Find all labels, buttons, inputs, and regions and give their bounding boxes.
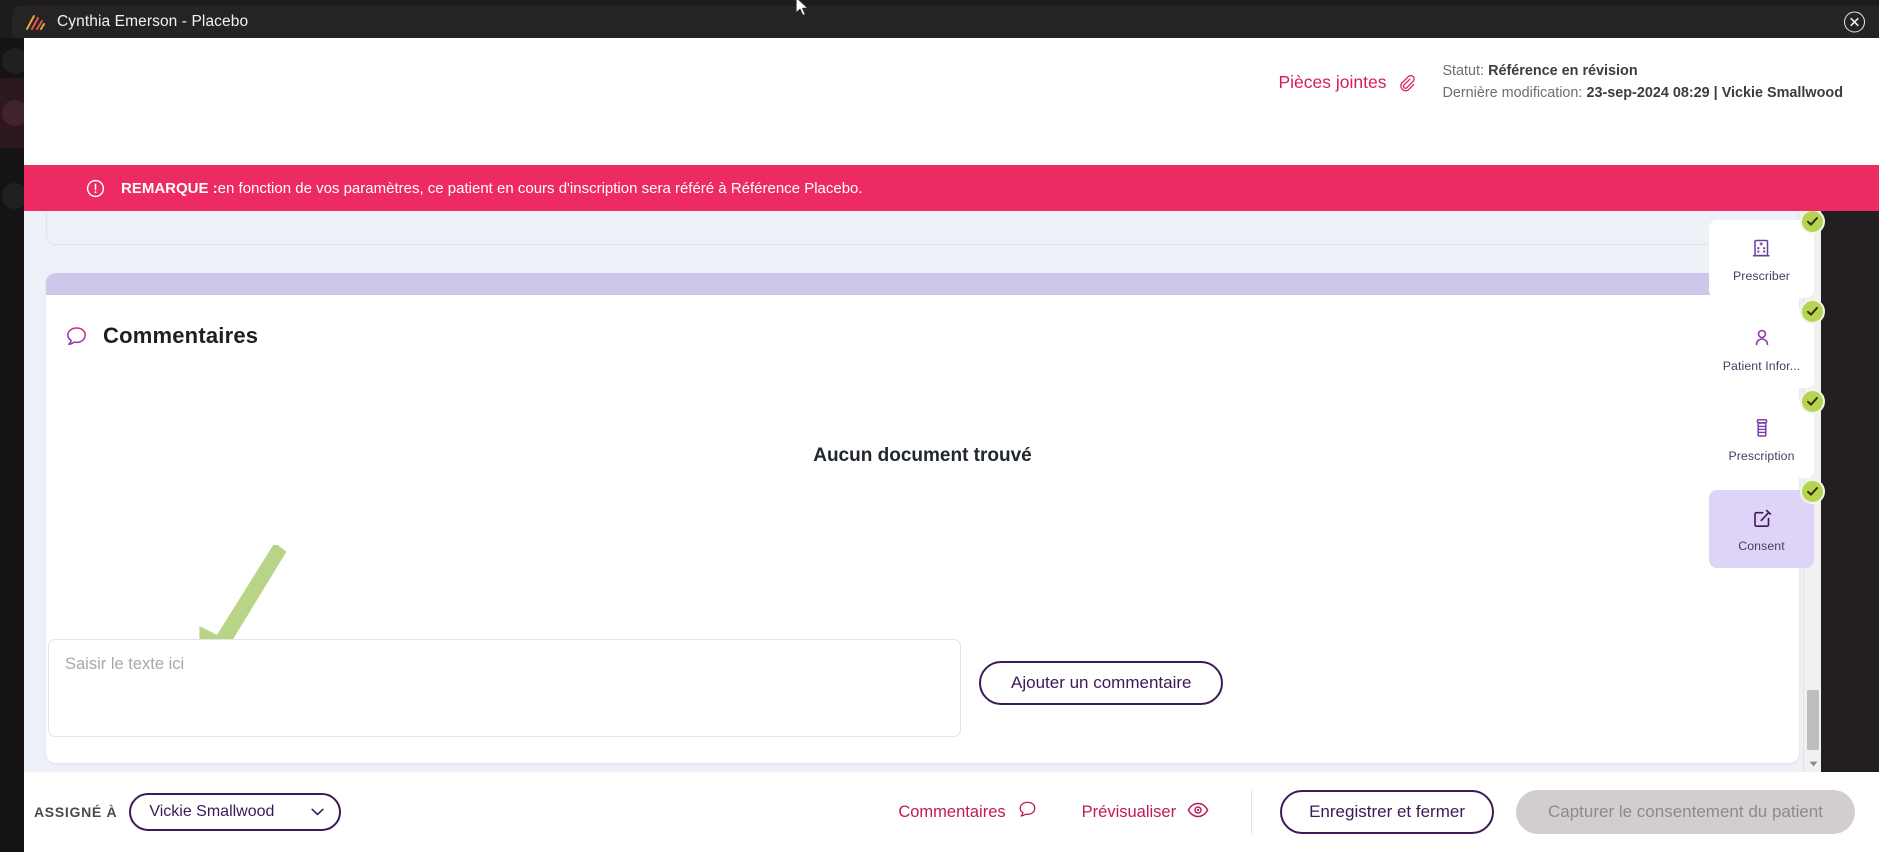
modified-value: 23-sep-2024 08:29	[1586, 84, 1710, 101]
assignee-label: ASSIGNÉ À	[34, 804, 118, 820]
step-check-icon	[1800, 299, 1825, 324]
mouse-cursor	[795, 0, 809, 17]
status-value: Référence en révision	[1488, 62, 1638, 79]
preview-link-button[interactable]: Prévisualiser	[1082, 802, 1209, 823]
last-modified-line: Dernière modification: 23-sep-2024 08:29…	[1442, 83, 1843, 105]
comments-section-header: Commentaires	[46, 295, 1799, 349]
step-check-icon	[1800, 479, 1825, 504]
app-body: Pièces jointes Statut: Référence en révi…	[24, 38, 1879, 852]
step-label: Consent	[1738, 538, 1785, 553]
content-scroll-area: Commentaires Aucun document trouvé Ajout…	[24, 211, 1821, 772]
paperclip-icon	[1397, 73, 1416, 92]
status-prefix: Statut:	[1442, 62, 1489, 79]
modified-prefix: Dernière modification:	[1442, 84, 1587, 101]
caret-down-icon[interactable]	[1804, 755, 1822, 772]
person-icon	[1750, 326, 1774, 350]
hospital-icon	[1750, 236, 1774, 260]
modified-separator: |	[1709, 84, 1722, 101]
bar-divider	[1251, 789, 1253, 835]
step-check-icon	[1800, 389, 1825, 414]
bottom-action-bar: ASSIGNÉ À Vickie Smallwood Commentaires	[24, 772, 1879, 852]
left-gutter	[0, 38, 24, 852]
close-icon[interactable]	[1844, 11, 1865, 33]
comments-card: Commentaires Aucun document trouvé Ajout…	[46, 273, 1799, 763]
assignee-select[interactable]: Vickie Smallwood	[129, 793, 342, 831]
status-block: Statut: Référence en révision Dernière m…	[1442, 61, 1843, 105]
assignee-value: Vickie Smallwood	[149, 803, 275, 820]
right-rail: Prescriber Patient Infor... Prescription…	[1709, 211, 1879, 772]
assignee-group: ASSIGNÉ À Vickie Smallwood	[34, 793, 342, 831]
status-line: Statut: Référence en révision	[1442, 61, 1843, 83]
empty-state-text: Aucun document trouvé	[813, 445, 1032, 466]
scrollbar-thumb[interactable]	[1807, 690, 1819, 750]
step-card-list: Prescriber Patient Infor... Prescription…	[1709, 211, 1825, 580]
remark-banner: REMARQUE : en fonction de vos paramètres…	[24, 165, 1879, 211]
remark-label: REMARQUE :	[121, 179, 218, 197]
comment-entry-row: Ajouter un commentaire	[46, 639, 1799, 763]
save-and-close-button[interactable]: Enregistrer et fermer	[1280, 790, 1494, 834]
gutter-dot	[2, 183, 24, 209]
gutter-dot	[2, 48, 24, 74]
comments-link-label: Commentaires	[898, 802, 1006, 821]
comments-title-text: Commentaires	[103, 323, 259, 348]
app-window: Cynthia Emerson - Placebo Pièces jointes	[0, 0, 1879, 852]
partial-section-card	[46, 211, 1799, 245]
attachments-label: Pièces jointes	[1278, 72, 1387, 92]
chevron-down-icon	[311, 803, 324, 821]
title-bar: Cynthia Emerson - Placebo	[12, 6, 1879, 38]
step-card-prescription[interactable]: Prescription	[1709, 389, 1825, 478]
modified-user: Vickie Smallwood	[1721, 84, 1843, 101]
step-check-icon	[1800, 211, 1825, 234]
remark-text: en fonction de vos paramètres, ce patien…	[217, 179, 863, 197]
preview-link-label: Prévisualiser	[1081, 802, 1177, 821]
bottom-link-buttons: Commentaires Prévisualiser	[898, 799, 1209, 825]
app-logo-icon	[25, 13, 47, 31]
content-region: Commentaires Aucun document trouvé Ajout…	[24, 211, 1879, 772]
comments-card-strip	[46, 273, 1799, 295]
alert-circle-icon	[86, 179, 105, 198]
comment-input[interactable]	[48, 639, 961, 737]
step-label: Prescription	[1728, 448, 1795, 463]
edit-square-icon	[1750, 506, 1774, 530]
capture-consent-button: Capturer le consentement du patient	[1515, 790, 1855, 834]
comment-bubble-icon	[1017, 799, 1038, 825]
eye-icon	[1187, 802, 1209, 823]
window-title: Cynthia Emerson - Placebo	[57, 13, 249, 30]
comments-link-button[interactable]: Commentaires	[898, 799, 1037, 825]
pill-bottle-icon	[1750, 416, 1774, 440]
comment-bubble-icon	[64, 324, 89, 349]
step-card-prescriber[interactable]: Prescriber	[1709, 211, 1825, 298]
app-header: Pièces jointes Statut: Référence en révi…	[24, 38, 1879, 127]
step-label: Patient Infor...	[1722, 358, 1801, 373]
attachments-button[interactable]: Pièces jointes	[1278, 72, 1416, 93]
step-label: Prescriber	[1732, 268, 1791, 283]
step-card-consent[interactable]: Consent	[1709, 479, 1825, 568]
gutter-dot	[2, 100, 24, 126]
step-card-patient-information[interactable]: Patient Infor...	[1709, 299, 1825, 388]
add-comment-button[interactable]: Ajouter un commentaire	[979, 661, 1224, 705]
